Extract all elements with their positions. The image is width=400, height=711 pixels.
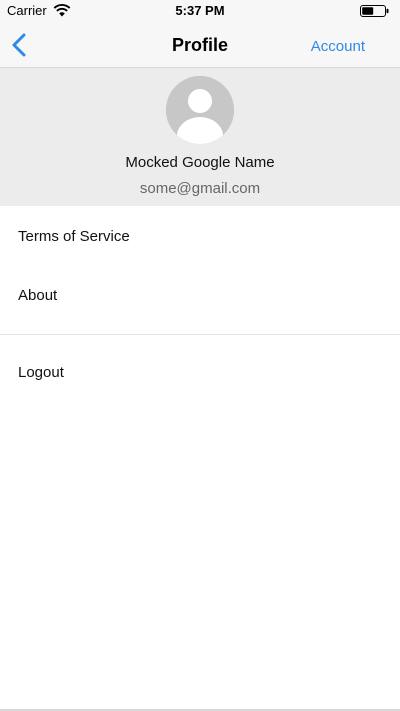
about-item[interactable]: About [0, 270, 400, 320]
user-name: Mocked Google Name [125, 154, 275, 171]
terms-of-service-item[interactable]: Terms of Service [0, 211, 400, 261]
menu-item-label: About [18, 286, 58, 304]
menu-item-label: Terms of Service [18, 227, 130, 245]
avatar [166, 76, 234, 144]
menu-item-label: Logout [18, 363, 64, 381]
logout-item[interactable]: Logout [0, 347, 400, 397]
account-button[interactable]: Account [311, 38, 365, 55]
user-silhouette-icon [166, 76, 234, 144]
status-time: 5:37 PM [175, 3, 225, 18]
user-email: some@gmail.com [139, 180, 261, 197]
profile-header: Mocked Google Name some@gmail.com [0, 68, 400, 206]
section-divider [0, 334, 400, 335]
navigation-bar: Profile Account [0, 22, 400, 68]
profile-screen: Carrier 5:37 PM Profile Account Mocked G [0, 0, 400, 711]
battery-icon [360, 5, 389, 17]
status-bar: Carrier 5:37 PM [0, 0, 400, 22]
